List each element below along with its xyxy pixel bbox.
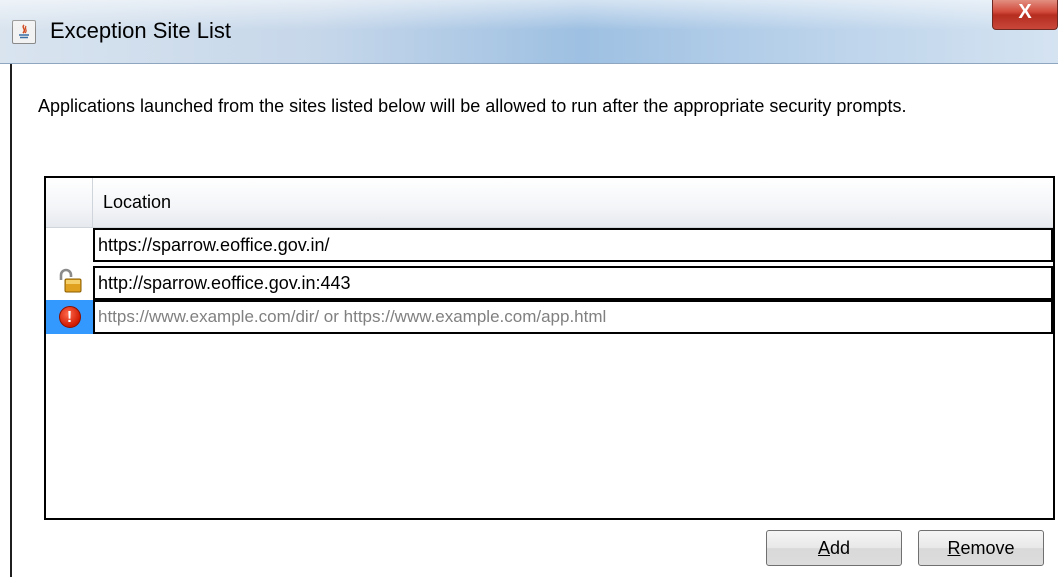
error-icon: ! <box>58 306 81 328</box>
java-icon <box>12 20 36 44</box>
remove-button[interactable]: Remove <box>918 530 1044 566</box>
add-button-accel: A <box>817 538 830 558</box>
remove-button-accel: R <box>947 538 961 558</box>
row-icon-cell <box>46 228 93 262</box>
site-list-table[interactable]: Location https://sparrow.eoffice.gov.in/ <box>44 176 1055 520</box>
table-row[interactable]: http://sparrow.eoffice.gov.in:443 <box>46 266 1053 300</box>
table-header: Location <box>46 178 1053 228</box>
dialog-body: Applications launched from the sites lis… <box>10 64 1058 577</box>
title-bar[interactable]: Exception Site List X <box>0 0 1058 64</box>
location-field[interactable]: https://sparrow.eoffice.gov.in/ <box>93 228 1053 262</box>
row-icon-cell <box>46 266 93 300</box>
close-icon: X <box>1018 1 1032 23</box>
table-row[interactable]: https://sparrow.eoffice.gov.in/ <box>46 228 1053 262</box>
column-header-location: Location <box>103 192 172 212</box>
add-button-rest: dd <box>829 538 851 558</box>
table-row[interactable]: ! https://www.example.com/dir/ or https:… <box>46 300 1053 334</box>
description-text: Applications launched from the sites lis… <box>38 96 907 116</box>
location-input[interactable]: https://www.example.com/dir/ or https://… <box>93 300 1053 334</box>
remove-button-rest: emove <box>960 538 1015 558</box>
exception-site-list-dialog: Exception Site List X Applications launc… <box>0 0 1058 577</box>
location-field[interactable]: http://sparrow.eoffice.gov.in:443 <box>93 266 1053 300</box>
row-icon-cell: ! <box>46 300 93 334</box>
unlocked-padlock-icon <box>57 267 83 300</box>
header-icon-column <box>46 178 93 228</box>
close-button[interactable]: X <box>992 0 1058 30</box>
window-title: Exception Site List <box>50 18 231 43</box>
add-button[interactable]: Add <box>766 530 902 566</box>
